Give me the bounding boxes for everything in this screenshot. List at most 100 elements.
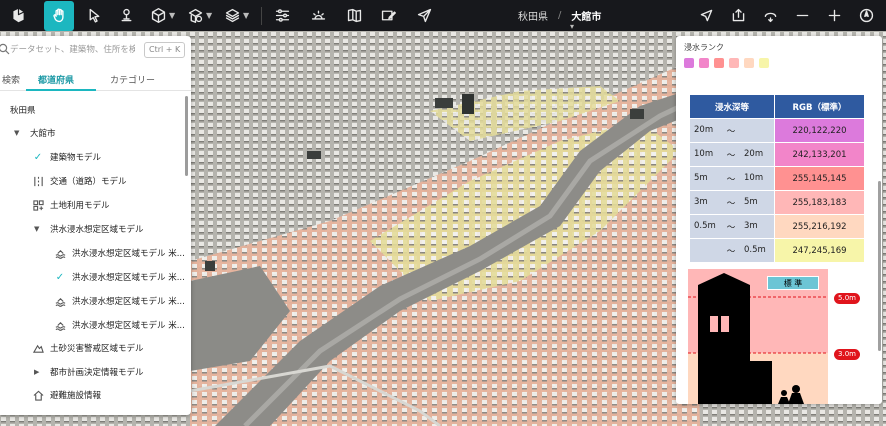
tree-item-label: 都市計画決定情報モデル [50,368,144,378]
search-input[interactable] [10,41,135,59]
table-row: 10m ～ 20m 242,133,201 [689,142,865,167]
breadcrumb-city[interactable]: 大館市 [571,8,601,23]
flood-icon[interactable] [54,247,66,259]
rotate-view-button[interactable] [756,2,784,30]
chevron-down-icon[interactable]: ▼ [169,11,177,20]
zoom-in-button[interactable] [820,2,848,30]
depth-tilde: ～ [726,174,736,185]
depth-cell: ～ 0.5m [689,238,775,263]
compass-button[interactable] [852,2,880,30]
send-icon [417,8,431,23]
check-icon[interactable]: ✓ [32,151,44,163]
caret-right-icon[interactable]: ▶ [34,368,44,376]
tree-item-flood-2[interactable]: ✓ 洪水浸水想定区域モデル 米... [54,267,185,287]
road-icon[interactable] [32,175,44,187]
depth-tilde: ～ [726,222,736,233]
chevron-down-icon[interactable]: ▼ [243,11,251,20]
settings-sliders-button[interactable] [268,2,296,30]
breadcrumb: 秋田県 / 大館市 [518,0,601,31]
table-row: 0.5m ～ 3m 255,216,192 [689,214,865,239]
depth-cell: 5m ～ 10m [689,166,775,191]
depth-cell: 3m ～ 5m [689,190,775,215]
legend-swatches [684,58,769,68]
landslide-icon[interactable] [32,342,44,354]
app-logo-icon[interactable] [4,2,32,30]
depth-to: 20m [744,148,764,159]
export-button[interactable] [724,2,752,30]
landuse-icon[interactable] [32,199,44,211]
chevron-down-icon[interactable]: ▼ [206,11,214,20]
tree-item-flood-4[interactable]: 洪水浸水想定区域モデル 米... [54,315,185,335]
check-icon[interactable]: ✓ [54,271,66,283]
rgb-cell: 242,133,201 [774,142,865,167]
flood-depth-rgb-table: 浸水深等 RGB（標準） 20m ～ 220,122,220 10m ～ 20m 24… [689,94,865,263]
tree-item-label: 洪水浸水想定区域モデル 米... [72,321,185,331]
tree-item-flood-3[interactable]: 洪水浸水想定区域モデル 米... [54,291,185,311]
map-book-button[interactable] [340,2,368,30]
table-row: 3m ～ 5m 255,183,183 [689,190,865,215]
legend-swatch [729,58,739,68]
tree-item-shelter[interactable]: 避難施設情報 [32,385,101,405]
location-arrow-icon [700,9,712,22]
tree-item-label: 洪水浸水想定区域モデル 米... [72,273,185,283]
shortcut-hint: Ctrl + K [144,42,186,58]
tree-item-road-model[interactable]: 交通（道路）モデル [32,171,127,191]
pin-tool-button[interactable] [112,2,140,30]
depth-cell: 10m ～ 20m [689,142,775,167]
zoom-in-icon [828,9,840,22]
share-send-button[interactable] [410,2,438,30]
tree-item-flood-1[interactable]: 洪水浸水想定区域モデル 米... [54,243,185,263]
edit-map-icon [381,10,396,21]
tab-search[interactable]: 検索 [2,73,20,86]
depth-to: 0.5m [744,244,766,255]
edit-map-button[interactable] [374,2,402,30]
tree-item-building-model[interactable]: ✓ 建築物モデル [32,147,101,167]
shapes-button[interactable] [181,2,209,30]
tree-group-flood-model[interactable]: ▼ 洪水浸水想定区域モデル [34,219,144,239]
depth-to: 5m [744,196,758,207]
tree-node-city[interactable]: ▼ 大館市 [14,123,56,143]
flood-icon[interactable] [54,319,66,331]
sunlight-button[interactable] [304,2,332,30]
legend-swatch [684,58,694,68]
depth-cell: 0.5m ～ 3m [689,214,775,239]
depth-tilde: ～ [726,198,736,209]
map-book-icon [347,8,361,23]
shelter-icon[interactable] [32,389,44,401]
compass-icon [859,8,873,23]
flood-icon[interactable] [54,295,66,307]
tree-item-landslide-model[interactable]: 土砂災害警戒区域モデル [32,338,144,358]
chevron-down-icon[interactable]: ▾ [570,22,574,31]
caret-down-icon[interactable]: ▼ [34,225,44,233]
tree-item-label: 建築物モデル [50,153,102,163]
hand-tool-button[interactable] [44,0,74,31]
tree-item-label: 避難施設情報 [50,391,102,401]
caret-down-icon[interactable]: ▼ [14,129,24,137]
panel-tabs: 検索 都道府県 カテゴリー [0,69,191,91]
breadcrumb-prefecture[interactable]: 秋田県 [518,8,548,23]
search-bar: Ctrl + K [0,36,191,64]
legend-swatch [714,58,724,68]
tab-prefecture[interactable]: 都道府県 [38,73,74,86]
select-tool-button[interactable] [80,2,108,30]
zoom-out-button[interactable] [788,2,816,30]
my-location-button[interactable] [692,2,720,30]
tree-group-urban-planning[interactable]: ▶ 都市計画決定情報モデル [34,362,144,382]
cube-icon [151,8,165,23]
breadcrumb-separator: / [558,10,562,21]
legend-swatch [699,58,709,68]
tree-item-label: 土地利用モデル [50,201,110,211]
legend-scrollbar[interactable] [878,181,881,351]
rotate-icon [764,12,776,23]
tab-category[interactable]: カテゴリー [110,73,155,86]
legend-swatch [759,58,769,68]
zoom-out-icon [796,14,808,17]
3d-model-button[interactable] [144,2,172,30]
layers-button[interactable] [218,2,246,30]
panel-scrollbar[interactable] [185,96,188,176]
tree-node-prefecture[interactable]: 秋田県 [10,100,36,120]
tree-item-landuse-model[interactable]: 土地利用モデル [32,195,110,215]
active-tab-indicator [26,89,96,91]
sliders-icon [275,9,289,22]
search-icon [0,43,10,55]
